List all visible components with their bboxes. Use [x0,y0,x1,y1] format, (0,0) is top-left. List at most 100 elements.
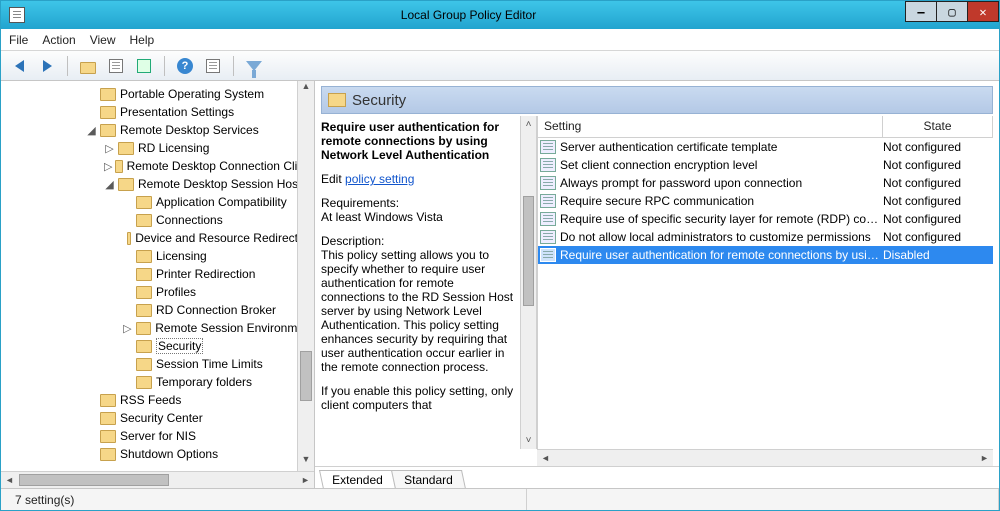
scroll-down-arrow-icon[interactable]: ˅ [521,432,536,449]
collapse-icon[interactable]: ◢ [104,179,115,190]
description-more: If you enable this policy setting, only … [321,384,513,412]
folder-icon [136,268,152,281]
title-bar: Local Group Policy Editor — ▢ ✕ [1,1,999,29]
export-list-button[interactable] [132,55,156,77]
setting-name: Require secure RPC communication [560,194,883,208]
maximize-button[interactable]: ▢ [936,1,968,22]
tree-item-label: Temporary folders [156,375,252,389]
minimize-button[interactable]: — [905,1,937,22]
setting-row[interactable]: Require use of specific security layer f… [538,210,993,228]
folder-icon [136,322,152,335]
tree-item-label: Remote Session Environment [155,321,314,335]
properties-button[interactable] [201,55,225,77]
scroll-right-arrow-icon[interactable]: ► [297,472,314,488]
tree-item[interactable]: Shutdown Options [1,445,314,463]
tree-vertical-scrollbar[interactable]: ▲ ▼ [297,81,314,471]
up-folder-button[interactable] [76,55,100,77]
tree-item-label: Licensing [156,249,207,263]
tree-item[interactable]: Temporary folders [1,373,314,391]
tree-view[interactable]: Portable Operating SystemPresentation Se… [1,81,314,471]
tree-item[interactable]: Licensing [1,247,314,265]
folder-icon [100,448,116,461]
tree-item-label: Remote Desktop Session Host [138,177,301,191]
setting-row[interactable]: Set client connection encryption levelNo… [538,156,993,174]
settings-horizontal-scrollbar[interactable]: ◄ ► [537,449,993,466]
tree-item[interactable]: ▷RD Licensing [1,139,314,157]
tree-item[interactable]: Portable Operating System [1,85,314,103]
extended-description-panel: Require user authentication for remote c… [321,116,520,449]
tab-standard[interactable]: Standard [391,470,466,488]
tree-item[interactable]: ▷Remote Desktop Connection Client [1,157,314,175]
description-scrollbar[interactable]: ˄ ˅ [520,116,537,449]
tree-item[interactable]: RSS Feeds [1,391,314,409]
tree-horizontal-scrollbar[interactable]: ◄ ► [1,471,314,488]
tree-item[interactable]: Application Compatibility [1,193,314,211]
setting-state: Disabled [883,248,993,262]
forward-button[interactable] [35,55,59,77]
tree-item[interactable]: Presentation Settings [1,103,314,121]
scroll-up-arrow-icon[interactable]: ▲ [298,81,314,98]
folder-icon [118,178,134,191]
menu-action[interactable]: Action [42,33,75,47]
scroll-down-arrow-icon[interactable]: ▼ [298,454,314,471]
policy-icon [540,158,556,172]
setting-row[interactable]: Require user authentication for remote c… [538,246,993,264]
folder-icon [136,304,152,317]
folder-icon [136,286,152,299]
close-button[interactable]: ✕ [967,1,999,22]
folder-icon [118,142,134,155]
main-content: Portable Operating SystemPresentation Se… [1,81,999,488]
expand-icon[interactable]: ▷ [122,323,133,334]
filter-button[interactable] [242,55,266,77]
tree-item[interactable]: Device and Resource Redirection [1,229,314,247]
scrollbar-thumb[interactable] [19,474,169,486]
setting-state: Not configured [883,212,993,226]
show-hide-tree-button[interactable] [104,55,128,77]
toolbar: ? [1,51,999,81]
setting-row[interactable]: Require secure RPC communicationNot conf… [538,192,993,210]
tree-item[interactable]: Security Center [1,409,314,427]
tree-item[interactable]: Printer Redirection [1,265,314,283]
collapse-icon[interactable]: ◢ [86,125,97,136]
edit-policy-link[interactable]: policy setting [345,172,414,186]
tree-item[interactable]: ▷ Remote Session Environment [1,319,314,337]
tree-item[interactable]: Security [1,337,314,355]
setting-row[interactable]: Always prompt for password upon connecti… [538,174,993,192]
menu-help[interactable]: Help [130,33,155,47]
setting-state: Not configured [883,176,993,190]
scroll-left-arrow-icon[interactable]: ◄ [537,450,554,466]
tree-item[interactable]: Profiles [1,283,314,301]
help-button[interactable]: ? [173,55,197,77]
expand-icon[interactable]: ▷ [104,143,115,154]
setting-row[interactable]: Do not allow local administrators to cus… [538,228,993,246]
tab-extended[interactable]: Extended [319,470,396,488]
expand-icon[interactable]: ▷ [104,161,112,172]
scroll-left-arrow-icon[interactable]: ◄ [1,472,18,488]
tree-item-label: Application Compatibility [156,195,287,209]
tree-item[interactable]: ◢Remote Desktop Services [1,121,314,139]
tree-item-label: Security [156,338,203,354]
menu-view[interactable]: View [90,33,116,47]
folder-icon [100,430,116,443]
description-label: Description: [321,234,384,248]
edit-label: Edit [321,172,345,186]
tree-item[interactable]: ◢ Remote Desktop Session Host [1,175,314,193]
scrollbar-thumb[interactable] [523,196,534,306]
scroll-right-arrow-icon[interactable]: ► [976,450,993,466]
tree-item[interactable]: RD Connection Broker [1,301,314,319]
scroll-up-arrow-icon[interactable]: ˄ [521,116,536,133]
tree-item-label: Session Time Limits [156,357,263,371]
menu-file[interactable]: File [9,33,28,47]
column-header-state[interactable]: State [883,116,993,137]
back-button[interactable] [7,55,31,77]
setting-state: Not configured [883,140,993,154]
setting-name: Require use of specific security layer f… [560,212,883,226]
folder-icon [328,93,346,107]
tree-item[interactable]: Connections [1,211,314,229]
tree-item[interactable]: Server for NIS [1,427,314,445]
setting-row[interactable]: Server authentication certificate templa… [538,138,993,156]
tree-item[interactable]: Session Time Limits [1,355,314,373]
column-header-setting[interactable]: Setting [538,116,883,137]
scrollbar-thumb[interactable] [300,351,312,401]
tree-item-label: Server for NIS [120,429,196,443]
